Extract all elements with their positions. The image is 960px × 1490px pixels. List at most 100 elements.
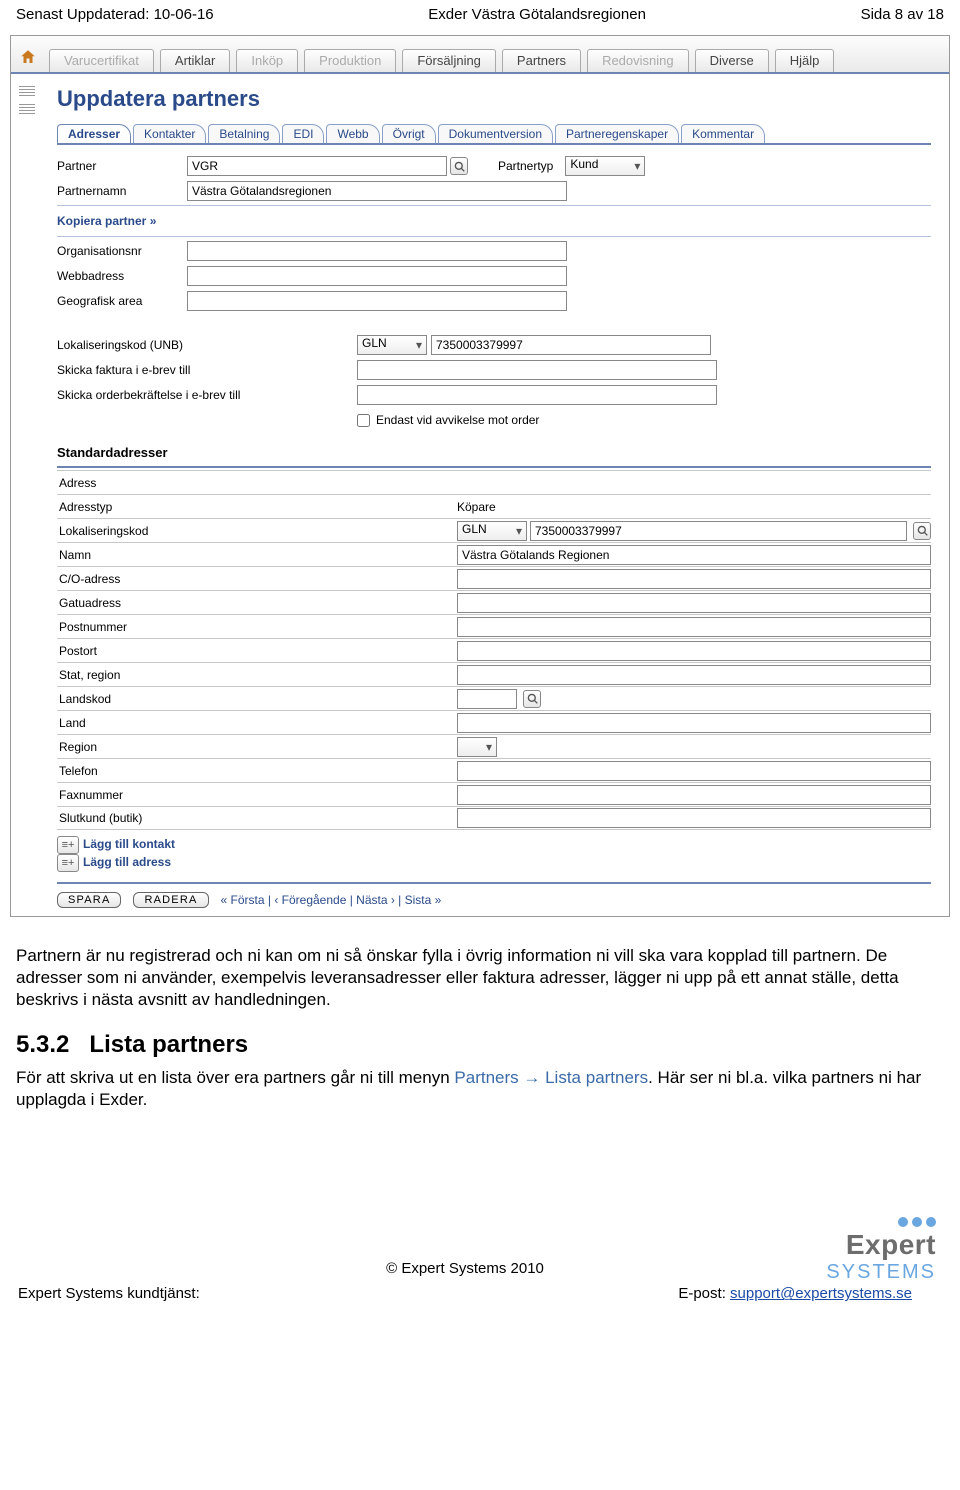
orderbekraftelse-input[interactable]: [357, 385, 717, 405]
addr-loc-type-select[interactable]: GLN: [457, 521, 527, 541]
partner-input[interactable]: [187, 156, 447, 176]
label-ebrev: Skicka faktura i e-brev till: [57, 363, 357, 377]
home-icon[interactable]: [19, 48, 37, 66]
topnav-redovisning[interactable]: Redovisning: [587, 49, 689, 72]
add-address-link[interactable]: Lägg till adress: [83, 855, 171, 869]
standardadresser-heading: Standardadresser: [57, 445, 931, 460]
sub-tabstrip: Adresser Kontakter Betalning EDI Webb Öv…: [57, 124, 931, 145]
partnernamn-input[interactable]: [187, 181, 567, 201]
addr-land-label: Land: [57, 716, 457, 730]
addr-landskod-input[interactable]: [457, 689, 517, 709]
kopiera-partner-link[interactable]: Kopiera partner »: [57, 214, 931, 228]
addr-adresstyp-value: Köpare: [457, 500, 496, 514]
addr-faxnummer-label: Faxnummer: [57, 788, 457, 802]
label-organisationsnr: Organisationsnr: [57, 244, 187, 258]
label-partnertyp: Partnertyp: [498, 159, 559, 173]
add-contact-link[interactable]: Lägg till kontakt: [83, 837, 175, 851]
ebrev-input[interactable]: [357, 360, 717, 380]
addr-gatuadress-input[interactable]: [457, 593, 931, 613]
addr-namn-input[interactable]: [457, 545, 931, 565]
search-partner-icon[interactable]: [450, 157, 468, 175]
topnav-partners[interactable]: Partners: [502, 49, 581, 72]
addr-landskod-label: Landskod: [57, 692, 457, 706]
doc-header-center: Exder Västra Götalandsregionen: [428, 6, 646, 23]
add-contact-icon[interactable]: ≡+: [57, 836, 79, 854]
addr-postort-label: Postort: [57, 644, 457, 658]
addr-faxnummer-input[interactable]: [457, 785, 931, 805]
app-window: Varucertifikat Artiklar Inköp Produktion…: [10, 35, 950, 917]
geografisk-area-input[interactable]: [187, 291, 567, 311]
lokaliser-code-input[interactable]: [431, 335, 711, 355]
addr-loc-code-input[interactable]: [530, 521, 907, 541]
addr-region-select[interactable]: [457, 737, 497, 757]
topnav-artiklar[interactable]: Artiklar: [160, 49, 230, 72]
topnav-varucertifikat[interactable]: Varucertifikat: [49, 49, 154, 72]
doc-h3-title: Lista partners: [89, 1031, 248, 1058]
sidebar-icon[interactable]: [19, 104, 35, 116]
doc-h3-number: 5.3.2: [16, 1031, 69, 1058]
topnav-produktion[interactable]: Produktion: [304, 49, 396, 72]
partnertyp-select[interactable]: Kund: [565, 156, 645, 176]
addr-namn-label: Namn: [57, 548, 457, 562]
endast-checkbox[interactable]: [357, 414, 370, 427]
doc-paragraph-1: Partnern är nu registrerad och ni kan om…: [16, 945, 944, 1010]
addr-postnummer-input[interactable]: [457, 617, 931, 637]
topnav-inkop[interactable]: Inköp: [236, 49, 298, 72]
label-partnernamn: Partnernamn: [57, 184, 187, 198]
tab-kontakter[interactable]: Kontakter: [133, 124, 206, 143]
delete-button[interactable]: RADERA: [133, 892, 208, 908]
addr-co-input[interactable]: [457, 569, 931, 589]
doc-header-left: Senast Uppdaterad: 10-06-16: [16, 6, 214, 23]
label-orderbekraftelse: Skicka orderbekräftelse i e-brev till: [57, 388, 357, 402]
footer-left: Expert Systems kundtjänst:: [18, 1285, 200, 1302]
label-lokaliseringskod-unb: Lokaliseringskod (UNB): [57, 338, 357, 352]
organisationsnr-input[interactable]: [187, 241, 567, 261]
topnav-forsaljning[interactable]: Försäljning: [402, 49, 496, 72]
tab-partneregenskaper[interactable]: Partneregenskaper: [555, 124, 679, 143]
label-webbadress: Webbadress: [57, 269, 187, 283]
add-address-icon[interactable]: ≡+: [57, 854, 79, 872]
footer-copyright: © Expert Systems 2010: [18, 1260, 912, 1277]
tab-webb[interactable]: Webb: [326, 124, 379, 143]
addr-stat-region-input[interactable]: [457, 665, 931, 685]
addr-lokaliseringskod-label: Lokaliseringskod: [57, 524, 457, 538]
tab-kommentar[interactable]: Kommentar: [681, 124, 765, 143]
addr-telefon-input[interactable]: [457, 761, 931, 781]
sidebar-icon[interactable]: [19, 86, 35, 98]
webbadress-input[interactable]: [187, 266, 567, 286]
tab-ovrigt[interactable]: Övrigt: [382, 124, 436, 143]
label-endast: Endast vid avvikelse mot order: [376, 413, 539, 427]
tab-adresser[interactable]: Adresser: [57, 124, 131, 143]
label-geografisk-area: Geografisk area: [57, 294, 187, 308]
addr-co-label: C/O-adress: [57, 572, 457, 586]
lokaliser-type-select[interactable]: GLN: [357, 335, 427, 355]
footer-email-link[interactable]: support@expertsystems.se: [730, 1285, 912, 1302]
addr-loc-search-icon[interactable]: [913, 522, 931, 540]
doc-header-right: Sida 8 av 18: [861, 6, 944, 23]
addr-header: Adress: [57, 476, 457, 490]
tab-edi[interactable]: EDI: [282, 124, 324, 143]
addr-stat-region-label: Stat, region: [57, 668, 457, 682]
addr-gatuadress-label: Gatuadress: [57, 596, 457, 610]
addr-adresstyp-label: Adresstyp: [57, 500, 457, 514]
save-button[interactable]: SPARA: [57, 892, 121, 908]
addr-postnummer-label: Postnummer: [57, 620, 457, 634]
standardadresser-table: Adress AdresstypKöpare Lokaliseringskod …: [57, 470, 931, 830]
topnav-diverse[interactable]: Diverse: [695, 49, 769, 72]
label-partner: Partner: [57, 159, 187, 173]
addr-slutkund-label: Slutkund (butik): [57, 811, 457, 825]
page-title: Uppdatera partners: [57, 86, 931, 112]
tab-betalning[interactable]: Betalning: [208, 124, 280, 143]
tab-dokumentversion[interactable]: Dokumentversion: [438, 124, 553, 143]
footer-right: E-post: support@expertsystems.se: [678, 1285, 912, 1302]
addr-postort-input[interactable]: [457, 641, 931, 661]
addr-telefon-label: Telefon: [57, 764, 457, 778]
addr-slutkund-input[interactable]: [457, 808, 931, 828]
expert-systems-logo: Expert SYSTEMS: [826, 1217, 936, 1284]
addr-land-input[interactable]: [457, 713, 931, 733]
addr-landskod-search-icon[interactable]: [523, 690, 541, 708]
addr-region-label: Region: [57, 740, 457, 754]
topnav-hjalp[interactable]: Hjälp: [775, 49, 835, 72]
record-nav[interactable]: « Första | ‹ Föregående | Nästa › | Sist…: [221, 893, 442, 907]
doc-paragraph-2: För att skriva ut en lista över era part…: [16, 1067, 944, 1111]
